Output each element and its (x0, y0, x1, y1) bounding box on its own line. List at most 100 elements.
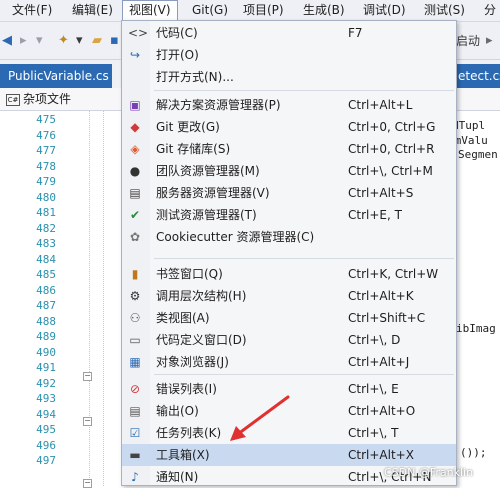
view-menu-item[interactable]: ⊘ 错误列表(I) Ctrl+\, E (122, 378, 456, 400)
menu-file[interactable]: 文件(F) (6, 0, 58, 21)
line-number: 487 (36, 299, 56, 312)
line-number: 481 (36, 206, 56, 219)
view-menu-item[interactable]: ▣ 解决方案资源管理器(P) Ctrl+Alt+L (122, 94, 456, 116)
view-menu-item[interactable]: ☑ 任务列表(K) Ctrl+\, T (122, 422, 456, 444)
save-icon[interactable]: ▪ (110, 33, 119, 49)
menu-project[interactable]: 项目(P) (237, 0, 290, 21)
menu-view[interactable]: 视图(V) (122, 0, 178, 21)
view-menu-item[interactable]: 打开方式(N)... (122, 66, 456, 88)
line-number: 494 (36, 407, 56, 421)
menu-item-label: 书签窗口(Q) (156, 267, 223, 281)
view-menu-item[interactable]: ✿ Cookiecutter 资源管理器(C) (122, 226, 456, 248)
back-icon[interactable]: ◀ (2, 33, 12, 49)
new-dropdown-icon[interactable]: ▾ (76, 33, 83, 49)
line-number: 480 (36, 190, 56, 204)
bookmark-window-icon: ▮ (131, 267, 139, 281)
class-view-icon: ⚇ (129, 311, 141, 325)
menu-separator (154, 374, 454, 375)
menu-item-label: 类视图(A) (156, 311, 210, 325)
toolbar-more-icon[interactable]: ▸ (486, 33, 493, 49)
forward-dropdown-icon[interactable]: ▾ (36, 33, 43, 49)
notifications-icon: ♪ (131, 470, 139, 484)
menu-item-label: 服务器资源管理器(V) (156, 186, 270, 200)
menu-item-label: 通知(N) (156, 470, 199, 484)
view-menu-item[interactable]: ◆ Git 更改(G) Ctrl+0, Ctrl+G (122, 116, 456, 138)
line-number: 475 (36, 113, 56, 126)
view-menu-item[interactable]: ▤ 输出(O) Ctrl+Alt+O (122, 400, 456, 422)
view-menu-item[interactable]: ▤ 服务器资源管理器(V) Ctrl+Alt+S (122, 182, 456, 204)
view-menu-item[interactable]: ⚙ 调用层次结构(H) Ctrl+Alt+K (122, 285, 456, 307)
menu-item-shortcut: Ctrl+\, Ctrl+M (348, 164, 433, 178)
menu-item-shortcut: Ctrl+\, D (348, 333, 401, 347)
menu-item-label: Git 更改(G) (156, 120, 220, 134)
view-menu-item[interactable]: ✔ 测试资源管理器(T) Ctrl+E, T (122, 204, 456, 226)
menu-item-label: 打开(O) (156, 48, 199, 62)
view-menu-item[interactable]: ▬ 工具箱(X) Ctrl+Alt+X (122, 444, 456, 466)
menu-item-shortcut: Ctrl+Alt+X (348, 448, 414, 462)
code-text: ()); (460, 446, 487, 459)
menu-git[interactable]: Git(G) (186, 0, 234, 21)
line-number: 496 (36, 438, 56, 452)
menu-edit[interactable]: 编辑(E) (66, 0, 119, 21)
menu-item-shortcut: Ctrl+Shift+C (348, 311, 426, 325)
forward-icon[interactable]: ▸ (20, 33, 27, 49)
collapse-toggle[interactable]: − (83, 372, 92, 381)
toolbox-icon: ▬ (129, 448, 141, 462)
menu-analyze[interactable]: 分 (478, 0, 500, 21)
menu-item-shortcut: Ctrl+Alt+K (348, 289, 414, 303)
solution-explorer-icon: ▣ (129, 98, 141, 112)
view-menu-item[interactable]: ● 团队资源管理器(M) Ctrl+\, Ctrl+M (122, 160, 456, 182)
collapse-toggle[interactable]: − (83, 479, 92, 488)
output-icon: ▤ (129, 404, 141, 418)
view-menu-item[interactable]: <> 代码(C) F7 (122, 22, 456, 44)
new-project-icon[interactable]: ✦ (58, 33, 69, 49)
menu-debug[interactable]: 调试(D) (357, 0, 412, 21)
menu-item-shortcut: Ctrl+Alt+O (348, 404, 416, 418)
view-menu-item[interactable]: ↪ 打开(O) (122, 44, 456, 66)
line-number: 477 (36, 144, 56, 157)
code-text: ibImag (456, 322, 496, 335)
code-definition-icon: ▭ (129, 333, 141, 347)
menu-item-shortcut: Ctrl+K, Ctrl+W (348, 267, 439, 281)
menu-item-label: 打开方式(N)... (156, 70, 234, 84)
line-number: 489 (36, 330, 56, 343)
menu-item-label: Git 存储库(S) (156, 142, 231, 156)
view-menu-item[interactable]: ▦ 对象浏览器(J) Ctrl+Alt+J (122, 351, 456, 373)
error-list-icon: ⊘ (129, 382, 141, 396)
view-menu-item[interactable]: ▭ 代码定义窗口(D) Ctrl+\, D (122, 329, 456, 351)
menu-item-shortcut: Ctrl+Alt+J (348, 355, 410, 369)
open-folder-icon[interactable]: ▰ (92, 33, 102, 49)
code-text: Segmen (458, 148, 498, 161)
watermark: CSDN @Franklin (384, 466, 474, 479)
team-explorer-icon: ● (129, 164, 141, 178)
view-menu-item[interactable]: ⚇ 类视图(A) Ctrl+Shift+C (122, 307, 456, 329)
menu-item-shortcut: F7 (348, 26, 363, 40)
collapse-toggle[interactable]: − (83, 417, 92, 426)
menu-item-label: 代码定义窗口(D) (156, 333, 247, 347)
csharp-file-icon: C# (6, 93, 20, 106)
menu-item-label: 任务列表(K) (156, 426, 222, 440)
start-label[interactable]: 启动 (456, 33, 480, 49)
view-menu-item[interactable]: ▮ 书签窗口(Q) Ctrl+K, Ctrl+W (122, 263, 456, 285)
menu-item-label: 错误列表(I) (156, 382, 217, 396)
open-icon: ↪ (129, 48, 141, 62)
menu-item-shortcut: Ctrl+\, T (348, 426, 399, 440)
menu-item-label: 团队资源管理器(M) (156, 164, 260, 178)
menu-build[interactable]: 生成(B) (297, 0, 351, 21)
menu-item-label: 测试资源管理器(T) (156, 208, 257, 222)
menu-item-shortcut: Ctrl+Alt+S (348, 186, 414, 200)
tab-detect[interactable]: etect.cs (454, 64, 500, 88)
line-number: 483 (36, 237, 56, 250)
view-menu-item[interactable]: ◈ Git 存储库(S) Ctrl+0, Ctrl+R (122, 138, 456, 160)
line-number: 478 (36, 159, 56, 173)
menu-item-label: 输出(O) (156, 404, 199, 418)
server-explorer-icon: ▤ (129, 186, 141, 200)
line-number: 482 (36, 221, 56, 235)
menu-separator (154, 258, 454, 259)
menu-item-shortcut: Ctrl+0, Ctrl+R (348, 142, 435, 156)
menu-test[interactable]: 测试(S) (418, 0, 471, 21)
scope-selector[interactable]: C# 杂项文件 (6, 91, 71, 107)
tab-publicvariable[interactable]: PublicVariable.cs (0, 64, 112, 88)
menu-item-label: 工具箱(X) (156, 448, 210, 462)
indent-guide (89, 111, 90, 486)
